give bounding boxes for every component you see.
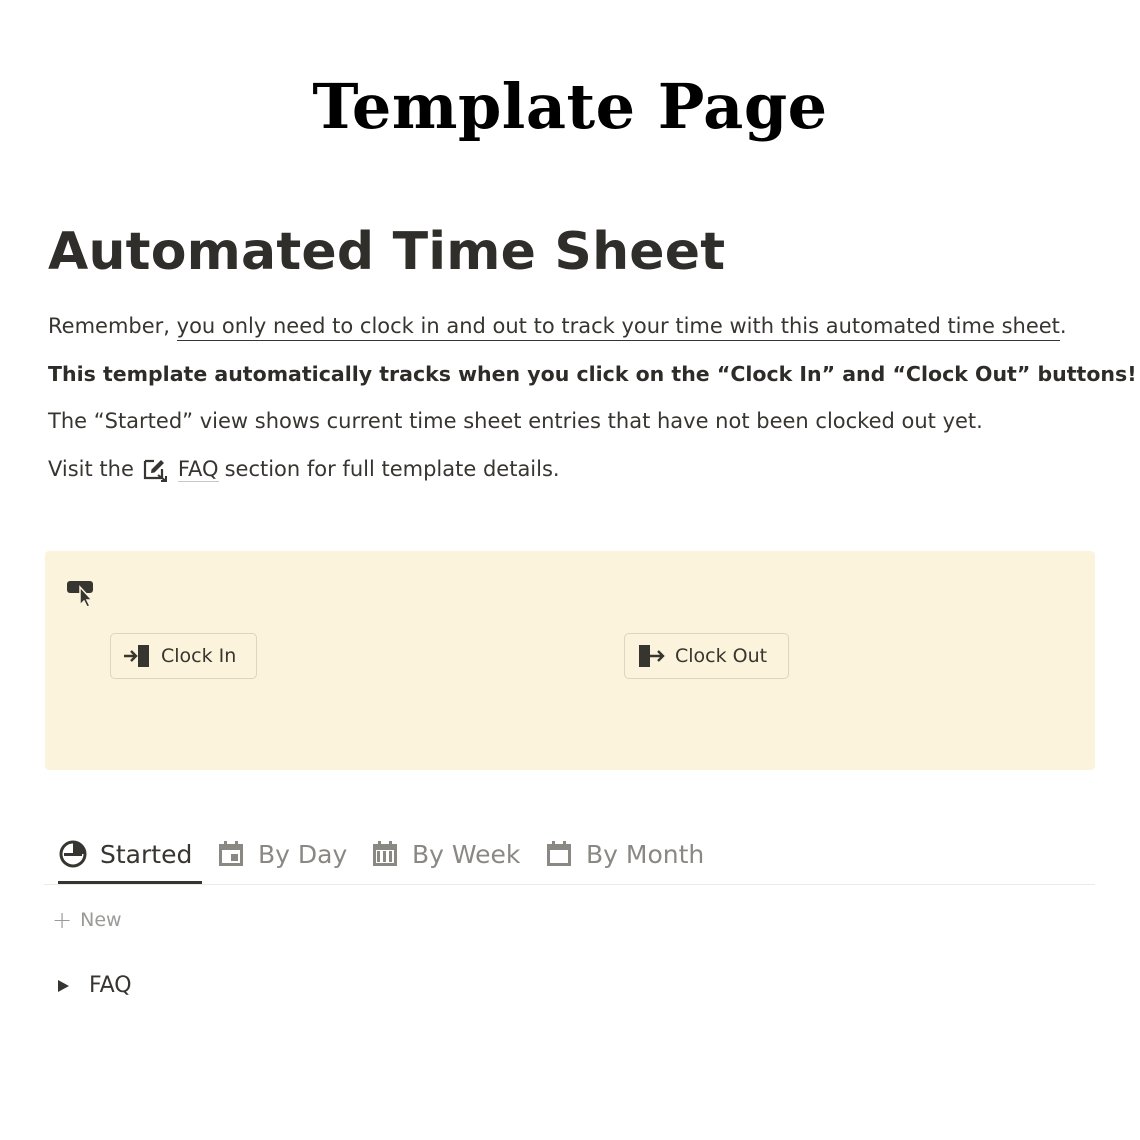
sign-out-icon [639, 645, 665, 667]
tab-started[interactable]: Started [58, 826, 202, 884]
plus-icon: + [52, 906, 73, 934]
faq-suffix: section for full template details. [224, 457, 560, 481]
sign-in-icon [124, 645, 149, 667]
calendar-month-icon [547, 841, 571, 866]
tab-started-label: Started [100, 839, 193, 869]
tab-by-day-label: By Day [258, 839, 348, 869]
started-view-note: The “Started” view shows current time sh… [48, 409, 983, 433]
pointer-click-icon [67, 579, 99, 611]
faq-page-link[interactable]: FAQ [177, 457, 219, 482]
faq-toggle[interactable]: FAQ [58, 973, 132, 998]
calendar-day-icon [219, 841, 243, 866]
page-title: Automated Time Sheet [48, 222, 726, 282]
faq-paragraph: Visit the FAQ section for full template … [48, 456, 560, 482]
tab-by-month-label: By Month [586, 839, 705, 869]
tab-by-week[interactable]: By Week [370, 826, 520, 882]
template-banner: Template Page [312, 70, 828, 143]
edit-note-icon [142, 456, 170, 482]
bold-instruction: This template automatically tracks when … [48, 362, 1137, 386]
intro-prefix: Remember, [48, 314, 177, 338]
intro-suffix: . [1059, 314, 1067, 338]
calendar-week-icon [373, 841, 397, 866]
toggle-triangle-icon[interactable] [58, 979, 69, 992]
timer-icon [59, 840, 87, 868]
tab-by-month[interactable]: By Month [544, 826, 704, 882]
clock-out-button[interactable]: Clock Out [624, 633, 789, 679]
clock-out-label: Clock Out [675, 645, 768, 667]
new-entry-label: New [80, 909, 122, 931]
clock-in-button[interactable]: Clock In [110, 633, 257, 679]
intro-underlined-text: you only need to clock in and out to tra… [176, 314, 1060, 341]
tab-by-week-label: By Week [412, 839, 521, 869]
intro-paragraph: Remember, you only need to clock in and … [48, 314, 1067, 341]
faq-prefix: Visit the [48, 457, 134, 481]
new-entry-button[interactable]: + New [52, 906, 122, 934]
tab-by-day[interactable]: By Day [216, 826, 347, 882]
clock-in-label: Clock In [161, 645, 237, 667]
faq-toggle-label: FAQ [89, 973, 132, 998]
callout-block: Clock In Clock Out [45, 551, 1095, 770]
database-view-tabs: Started By Day By Week By Month [44, 826, 1095, 885]
